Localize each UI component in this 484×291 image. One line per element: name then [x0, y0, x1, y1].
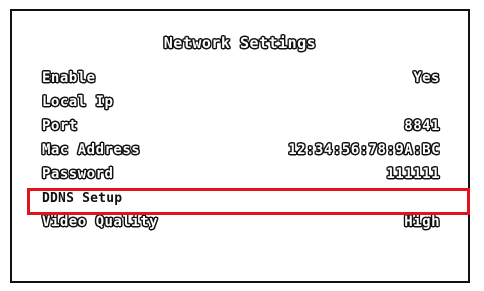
menu-item-label: Video Quality: [42, 214, 159, 230]
menu-item-label: Local Ip: [42, 94, 114, 110]
menu-item-value: High: [404, 214, 440, 230]
menu-item-mac-address[interactable]: Mac Address 12:34:56:78:9A:BC: [42, 141, 440, 159]
menu-item-port[interactable]: Port 8841: [42, 117, 440, 135]
menu-item-label: DDNS Setup: [42, 190, 123, 206]
menu-item-password[interactable]: Password 111111: [42, 165, 440, 183]
menu-item-value: Yes: [413, 70, 440, 86]
menu-item-value: 8841: [404, 118, 440, 134]
menu-item-local-ip[interactable]: Local Ip: [42, 93, 440, 111]
menu-item-value: 111111: [386, 166, 440, 182]
menu-item-label: Mac Address: [42, 142, 141, 158]
menu-item-label: Port: [42, 118, 78, 134]
osd-menu-screen: Network Settings Enable Yes Local Ip Por…: [10, 9, 470, 283]
menu-title: Network Settings: [163, 34, 317, 52]
menu-item-ddns-setup[interactable]: DDNS Setup: [42, 189, 440, 207]
menu-item-label: Password: [42, 166, 114, 182]
menu-item-video-quality[interactable]: Video Quality High: [42, 213, 440, 231]
menu-item-enable[interactable]: Enable Yes: [42, 69, 440, 87]
menu-item-value: 12:34:56:78:9A:BC: [288, 142, 440, 158]
menu-item-label: Enable: [42, 70, 96, 86]
